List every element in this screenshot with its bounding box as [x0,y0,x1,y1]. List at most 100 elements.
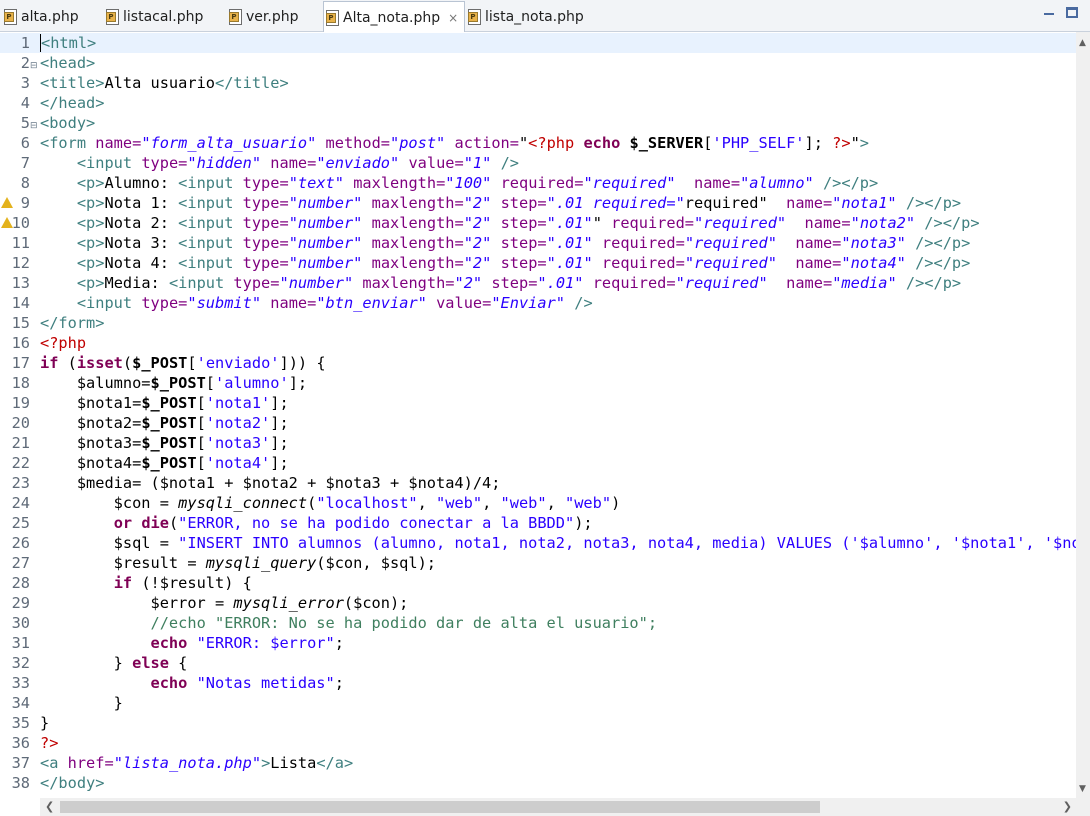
code-line[interactable]: 12 <p>Nota 4: <input type="number" maxle… [0,253,1076,273]
code-token: isset [76,354,123,372]
code-line[interactable]: 28 if (!$result) { [0,573,1076,593]
code-line[interactable]: 14 <input type="submit" name="btn_enviar… [0,293,1076,313]
scroll-up-icon[interactable]: ▲ [1079,38,1086,48]
code-line[interactable]: 6 <form name="form_alta_usuario" method="… [0,133,1076,153]
code-line[interactable]: 4 </head> [0,93,1076,113]
code-line[interactable]: 15 </form> [0,313,1076,333]
code-line[interactable]: 18 $alumno=$_POST['alumno']; [0,373,1076,393]
code-token: 'enviado' [196,354,280,372]
code-line[interactable]: 37 <a href="lista_nota.php">Lista</a> [0,753,1076,773]
code-token: name= [270,154,317,172]
code-line[interactable]: 34 } [0,693,1076,713]
code-token: , [482,494,501,512]
horizontal-scrollbar[interactable]: ❮ ❯ [40,798,1076,816]
line-number: 19 [11,394,30,412]
code-line[interactable]: 3 <title>Alta usuario</title> [0,73,1076,93]
tab-lista-nota-php[interactable]: P lista_nota.php [466,2,584,32]
code-token: href= [67,754,114,772]
code-line[interactable]: 1 <html> [0,33,1076,53]
code-token: name= [804,214,851,232]
tab-ver-php[interactable]: P ver.php [227,2,298,32]
tab-listacal-php[interactable]: P listacal.php [104,2,203,32]
code-token: $media= ($nota1 + $nota2 + $nota3 + $not… [40,474,501,492]
code-line[interactable]: 35} [0,713,1076,733]
code-line[interactable]: 21 $nota3=$_POST['nota3']; [0,433,1076,453]
code-line[interactable]: 24 $con = mysqli_connect("localhost", "w… [0,493,1076,513]
code-token: "web" [565,494,612,512]
scroll-left-icon[interactable]: ❮ [45,800,54,813]
line-number: 25 [11,514,30,532]
code-line[interactable]: 20 $nota2=$_POST['nota2']; [0,413,1076,433]
code-line[interactable]: 7 <input type="hidden" name="enviado" va… [0,153,1076,173]
code-line[interactable]: 9 <p>Nota 1: <input type="number" maxlen… [0,193,1076,213]
code-text: if (isset($_POST['enviado'])) { [40,353,326,373]
code-token: Lista [270,754,317,772]
code-editor[interactable]: 1 <html> 2 ⊟ <head> 3 <title>Alta usuario</tit… [0,32,1090,798]
code-area[interactable]: 1 <html> 2 ⊟ <head> 3 <title>Alta usuario</tit… [0,32,1076,794]
code-line[interactable]: 31 echo "ERROR: $error"; [0,633,1076,653]
close-tab-icon[interactable]: × [448,11,458,25]
code-line[interactable]: 16 <?php [0,333,1076,353]
code-line[interactable]: 32 } else { [0,653,1076,673]
code-line[interactable]: 10 <p>Nota 2: <input type="number" maxle… [0,213,1076,233]
warning-icon[interactable] [1,217,13,228]
code-token: ]; [804,134,833,152]
code-token: name= [694,174,741,192]
code-token: <title> [40,74,105,92]
code-token: ($con); [343,594,409,612]
scroll-down-icon[interactable]: ▼ [1079,784,1086,794]
code-line[interactable]: 26 $sql = "INSERT INTO alumnos (alumno, … [0,533,1076,553]
code-line[interactable]: 38 </body> [0,773,1076,793]
code-line[interactable]: 23 $media= ($nota1 + $nota2 + $nota3 + $… [0,473,1076,493]
code-line[interactable]: 33 echo "Notas metidas"; [0,673,1076,693]
code-token: ?> [832,134,851,152]
scroll-right-icon[interactable]: ❯ [1063,800,1072,813]
tab-alta-php[interactable]: P alta.php [2,2,79,32]
code-line[interactable]: 13 <p>Media: <input type="number" maxlen… [0,273,1076,293]
code-token: /></p> [924,214,980,232]
code-token: required= [500,174,584,192]
code-token: required= [611,214,695,232]
code-token: Nota 4: [104,254,179,272]
line-number: 14 [11,294,30,312]
code-line[interactable]: 17 if (isset($_POST['enviado'])) { [0,353,1076,373]
code-token: type= [233,274,280,292]
code-token: <p> [76,174,105,192]
code-token: <html> [40,34,97,52]
code-token: ".01" [546,234,593,252]
code-token: "required" [684,234,777,252]
code-token: ( [168,514,179,532]
code-line[interactable]: 22 $nota4=$_POST['nota4']; [0,453,1076,473]
line-number: 37 [11,754,30,772]
code-token: ) [611,494,621,512]
code-token: action= [454,134,519,152]
code-token: //echo "ERROR: No se ha podido dar de al… [150,614,658,632]
code-line[interactable]: 8 <p>Alumno: <input type="text" maxlengt… [0,173,1076,193]
maximize-icon[interactable] [1066,7,1078,18]
vertical-scrollbar[interactable]: ▲ ▼ [1076,32,1090,798]
minimize-icon[interactable] [1042,6,1056,20]
scrollbar-thumb[interactable] [60,801,820,813]
code-line[interactable]: 30 //echo "ERROR: No se ha podido dar de… [0,613,1076,633]
code-line[interactable]: 29 $error = mysqli_error($con); [0,593,1076,613]
warning-icon[interactable] [1,197,13,208]
code-line[interactable]: 27 $result = mysqli_query($con, $sql); [0,553,1076,573]
code-line[interactable]: 19 $nota1=$_POST['nota1']; [0,393,1076,413]
tab-alta-nota-php[interactable]: P Alta_nota.php × [323,1,466,33]
code-token: "2" [463,234,492,252]
code-line[interactable]: 2 ⊟ <head> [0,53,1076,73]
code-line[interactable]: 25 or die("ERROR, no se ha podido conect… [0,513,1076,533]
code-text: <body> [40,113,95,133]
code-line[interactable]: 5 ⊟ <body> [0,113,1076,133]
code-line[interactable]: 11 <p>Nota 3: <input type="number" maxle… [0,233,1076,253]
code-line[interactable]: 36 ?> [0,733,1076,753]
